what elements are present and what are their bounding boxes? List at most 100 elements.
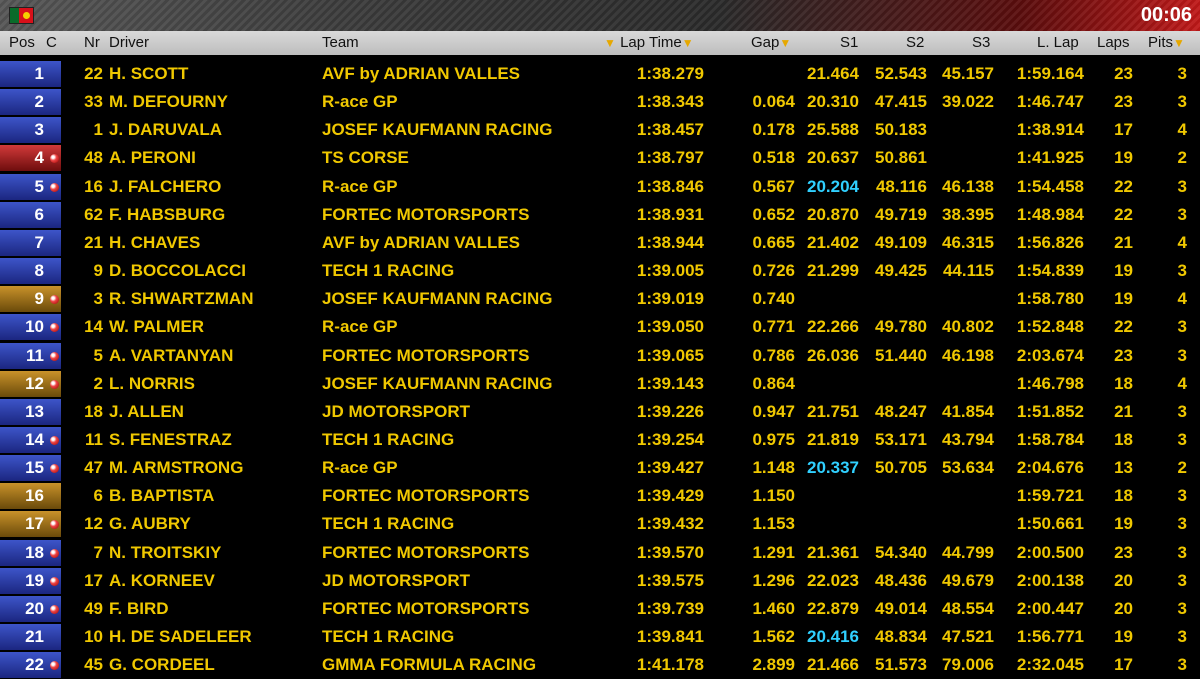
sector-2: 49.780	[875, 317, 927, 336]
header-team[interactable]: Team	[322, 31, 359, 55]
pit-stops: 3	[1177, 599, 1187, 618]
table-row[interactable]: 6 62 F. HABSBURG FORTEC MOTORSPORTS 1:38.931…	[0, 201, 1200, 229]
lap-time: 1:39.432	[636, 514, 704, 533]
laps-count: 23	[1114, 543, 1133, 562]
table-row[interactable]: 7 21 H. CHAVES AVF by ADRIAN VALLES 1:38.944…	[0, 229, 1200, 257]
team-name: FORTEC MOTORSPORTS	[322, 346, 530, 365]
table-row[interactable]: 19 17 A. KORNEEV JD MOTORSPORT 1:39.575 1.296…	[0, 567, 1200, 595]
driver-name: H. DE SADELEER	[109, 627, 252, 646]
header-laps[interactable]: Laps	[1097, 31, 1130, 55]
position-cell: 16	[0, 483, 61, 509]
sector-2: 49.109	[875, 233, 927, 252]
sector-3: 41.854	[942, 402, 994, 421]
last-lap: 1:46.798	[1016, 374, 1084, 393]
header-s2[interactable]: S2	[906, 31, 924, 55]
team-name: FORTEC MOTORSPORTS	[322, 205, 530, 224]
last-lap: 1:58.780	[1016, 289, 1084, 308]
header-s1[interactable]: S1	[840, 31, 858, 55]
team-name: TS CORSE	[322, 148, 409, 167]
table-row[interactable]: 18 7 N. TROITSKIY FORTEC MOTORSPORTS 1:39.57…	[0, 539, 1200, 567]
position-cell: 11	[0, 343, 61, 369]
table-row[interactable]: 1 22 H. SCOTT AVF by ADRIAN VALLES 1:38.279 2…	[0, 60, 1200, 88]
gap: 0.947	[752, 402, 795, 421]
last-lap: 1:41.925	[1016, 148, 1084, 167]
sector-1: 26.036	[807, 346, 859, 365]
header-nr[interactable]: Nr	[84, 31, 100, 55]
team-name: JOSEF KAUFMANN RACING	[322, 289, 553, 308]
table-row[interactable]: 11 5 A. VARTANYAN FORTEC MOTORSPORTS 1:39.06…	[0, 342, 1200, 370]
table-row[interactable]: 13 18 J. ALLEN JD MOTORSPORT 1:39.226 0.947 21…	[0, 398, 1200, 426]
header-pos[interactable]: Pos	[9, 31, 35, 55]
sector-2: 50.861	[875, 148, 927, 167]
pit-stops: 3	[1177, 261, 1187, 280]
red-status-dot-icon	[50, 520, 59, 529]
sector-3: 44.799	[942, 543, 994, 562]
sector-3: 46.198	[942, 346, 994, 365]
team-name: TECH 1 RACING	[322, 514, 455, 533]
last-lap: 1:54.839	[1016, 261, 1084, 280]
last-lap: 1:56.826	[1016, 233, 1084, 252]
last-lap: 1:48.984	[1016, 205, 1084, 224]
last-lap: 1:46.747	[1016, 92, 1084, 111]
lap-time: 1:39.429	[636, 486, 704, 505]
sector-3: 40.802	[942, 317, 994, 336]
red-status-dot-icon	[50, 154, 59, 163]
pit-stops: 4	[1177, 233, 1187, 252]
car-number: 1	[93, 120, 103, 139]
table-row[interactable]: 3 1 J. DARUVALA JOSEF KAUFMANN RACING 1:38.4…	[0, 116, 1200, 144]
car-number: 7	[93, 543, 103, 562]
table-row[interactable]: 17 12 G. AUBRY TECH 1 RACING 1:39.432 1.153 1:…	[0, 510, 1200, 538]
position-cell: 22	[0, 652, 61, 678]
gap: 1.148	[752, 458, 795, 477]
table-row[interactable]: 4 48 A. PERONI TS CORSE 1:38.797 0.518 20.637 5…	[0, 144, 1200, 172]
header-pits[interactable]: Pits▼	[1148, 31, 1185, 55]
table-row[interactable]: 8 9 D. BOCCOLACCI TECH 1 RACING 1:39.005 0.72…	[0, 257, 1200, 285]
pit-stops: 2	[1177, 458, 1187, 477]
sector-3: 45.157	[942, 64, 994, 83]
table-row[interactable]: 16 6 B. BAPTISTA FORTEC MOTORSPORTS 1:39.429…	[0, 482, 1200, 510]
car-number: 2	[93, 374, 103, 393]
driver-name: F. BIRD	[109, 599, 169, 618]
header-c[interactable]: C	[46, 31, 57, 55]
team-name: JOSEF KAUFMANN RACING	[322, 120, 553, 139]
driver-name: F. HABSBURG	[109, 205, 226, 224]
team-name: R-ace GP	[322, 458, 398, 477]
driver-name: J. DARUVALA	[109, 120, 223, 139]
header-s3[interactable]: S3	[972, 31, 990, 55]
table-row[interactable]: 20 49 F. BIRD FORTEC MOTORSPORTS 1:39.739 1.4…	[0, 595, 1200, 623]
sector-1: 21.464	[807, 64, 859, 83]
red-status-dot-icon	[50, 380, 59, 389]
laps-count: 20	[1114, 571, 1133, 590]
sector-1: 22.879	[807, 599, 859, 618]
laps-count: 20	[1114, 599, 1133, 618]
red-status-dot-icon	[50, 605, 59, 614]
driver-name: D. BOCCOLACCI	[109, 261, 246, 280]
table-row[interactable]: 12 2 L. NORRIS JOSEF KAUFMANN RACING 1:39.14…	[0, 370, 1200, 398]
header-last-lap[interactable]: L. Lap	[1037, 31, 1079, 55]
last-lap: 2:03.674	[1016, 346, 1084, 365]
team-name: JD MOTORSPORT	[322, 402, 470, 421]
position-cell: 2	[0, 89, 61, 115]
table-row[interactable]: 14 11 S. FENESTRAZ TECH 1 RACING 1:39.254 0.9…	[0, 426, 1200, 454]
sector-3: 49.679	[942, 571, 994, 590]
pit-stops: 3	[1177, 430, 1187, 449]
table-row[interactable]: 5 16 J. FALCHERO R-ace GP 1:38.846 0.567 20.20…	[0, 173, 1200, 201]
table-row[interactable]: 9 3 R. SHWARTZMAN JOSEF KAUFMANN RACING 1:39…	[0, 285, 1200, 313]
header-gap[interactable]: Gap▼	[751, 31, 791, 55]
driver-name: R. SHWARTZMAN	[109, 289, 254, 308]
sector-2: 48.834	[875, 627, 927, 646]
position-number: 18	[25, 543, 44, 562]
team-name: AVF by ADRIAN VALLES	[322, 64, 521, 83]
header-lap-time[interactable]: ▼ Lap Time▼	[604, 31, 694, 55]
laps-count: 19	[1114, 148, 1133, 167]
table-row[interactable]: 10 14 W. PALMER R-ace GP 1:39.050 0.771 22.266…	[0, 313, 1200, 341]
sector-1: 20.870	[807, 205, 859, 224]
pit-stops: 4	[1177, 289, 1187, 308]
header-driver[interactable]: Driver	[109, 31, 149, 55]
table-row[interactable]: 2 33 M. DEFOURNY R-ace GP 1:38.343 0.064 20.31…	[0, 88, 1200, 116]
team-name: JD MOTORSPORT	[322, 571, 470, 590]
car-number: 3	[93, 289, 103, 308]
table-row[interactable]: 15 47 M. ARMSTRONG R-ace GP 1:39.427 1.148 20.…	[0, 454, 1200, 482]
table-row[interactable]: 21 10 H. DE SADELEER TECH 1 RACING 1:39.841 1…	[0, 623, 1200, 651]
position-cell: 19	[0, 568, 61, 594]
